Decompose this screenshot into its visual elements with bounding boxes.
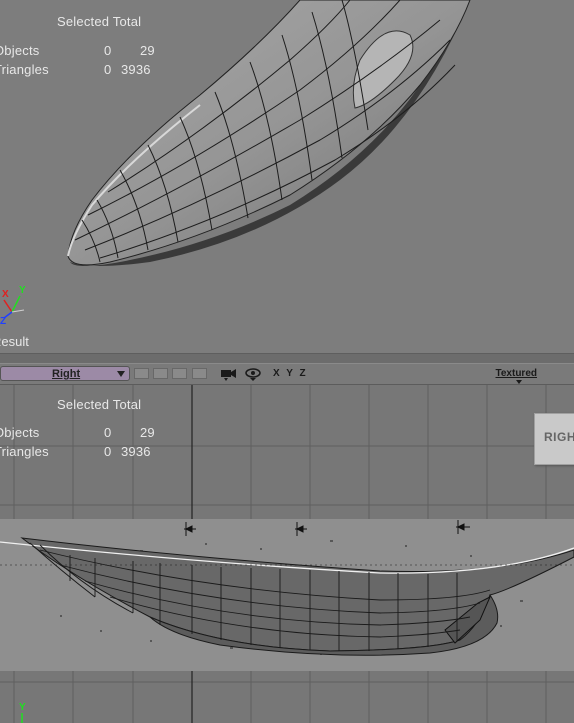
stats-label-objects: Objects bbox=[0, 425, 40, 440]
shading-mode-dropdown[interactable]: Textured bbox=[495, 368, 538, 384]
stats-selected-objects: 0 bbox=[104, 43, 112, 58]
viewport-splitter[interactable] bbox=[0, 353, 574, 364]
axis-y-label: Y bbox=[19, 285, 26, 296]
layout-button-1[interactable] bbox=[134, 368, 149, 379]
camera-icon[interactable] bbox=[220, 367, 238, 381]
layout-button-4[interactable] bbox=[192, 368, 207, 379]
chevron-down-icon bbox=[117, 371, 125, 377]
shading-mode-value: Textured bbox=[495, 368, 538, 379]
view-select-value: Right bbox=[52, 368, 81, 380]
stats-selected-triangles: 0 bbox=[104, 62, 112, 77]
chevron-down-icon bbox=[515, 380, 522, 384]
perspective-viewport[interactable]: Selected Total Objects 0 29 Triangles 0 … bbox=[0, 0, 574, 353]
stats-total-objects: 29 bbox=[140, 425, 155, 440]
axis-constraint-buttons[interactable]: X Y Z bbox=[273, 368, 308, 379]
stats-label-triangles: Triangles bbox=[0, 444, 49, 459]
view-select-dropdown[interactable]: Right bbox=[0, 366, 130, 381]
scene-stats-bottom: Selected Total Objects 0 29 Triangles 0 … bbox=[0, 395, 200, 465]
stats-total-triangles: 3936 bbox=[121, 62, 151, 77]
axis-z-label: Z bbox=[0, 316, 6, 324]
eye-icon[interactable] bbox=[244, 367, 262, 381]
axis-gizmo-icon: Y bbox=[19, 702, 26, 723]
stats-selected-triangles: 0 bbox=[104, 444, 112, 459]
stats-label-objects: Objects bbox=[0, 43, 40, 58]
viewport-toolbar: Right X Y Z Textured bbox=[0, 364, 574, 385]
stats-col-selected: Selected bbox=[57, 14, 110, 29]
viewport-name-label: Result bbox=[0, 334, 29, 349]
axis-x-label: X bbox=[2, 289, 9, 300]
scene-stats-top: Selected Total Objects 0 29 Triangles 0 … bbox=[0, 12, 200, 82]
view-cube-label: RIGHT bbox=[544, 430, 574, 444]
axis-y-label: Y bbox=[19, 702, 26, 713]
view-cube-badge[interactable]: RIGHT bbox=[534, 413, 574, 465]
layout-button-2[interactable] bbox=[153, 368, 168, 379]
stats-selected-objects: 0 bbox=[104, 425, 112, 440]
stats-total-objects: 29 bbox=[140, 43, 155, 58]
stats-col-total: Total bbox=[112, 397, 142, 412]
orthographic-viewport[interactable]: Selected Total Objects 0 29 Triangles 0 … bbox=[0, 385, 574, 723]
stats-header: Selected Total bbox=[57, 12, 141, 31]
layout-button-3[interactable] bbox=[172, 368, 187, 379]
stats-header: Selected Total bbox=[57, 395, 141, 414]
stats-col-total: Total bbox=[112, 14, 142, 29]
stats-total-triangles: 3936 bbox=[121, 444, 151, 459]
axis-gizmo-icon: X Y Z bbox=[0, 285, 26, 324]
stats-label-triangles: Triangles bbox=[0, 62, 49, 77]
stats-col-selected: Selected bbox=[57, 397, 110, 412]
